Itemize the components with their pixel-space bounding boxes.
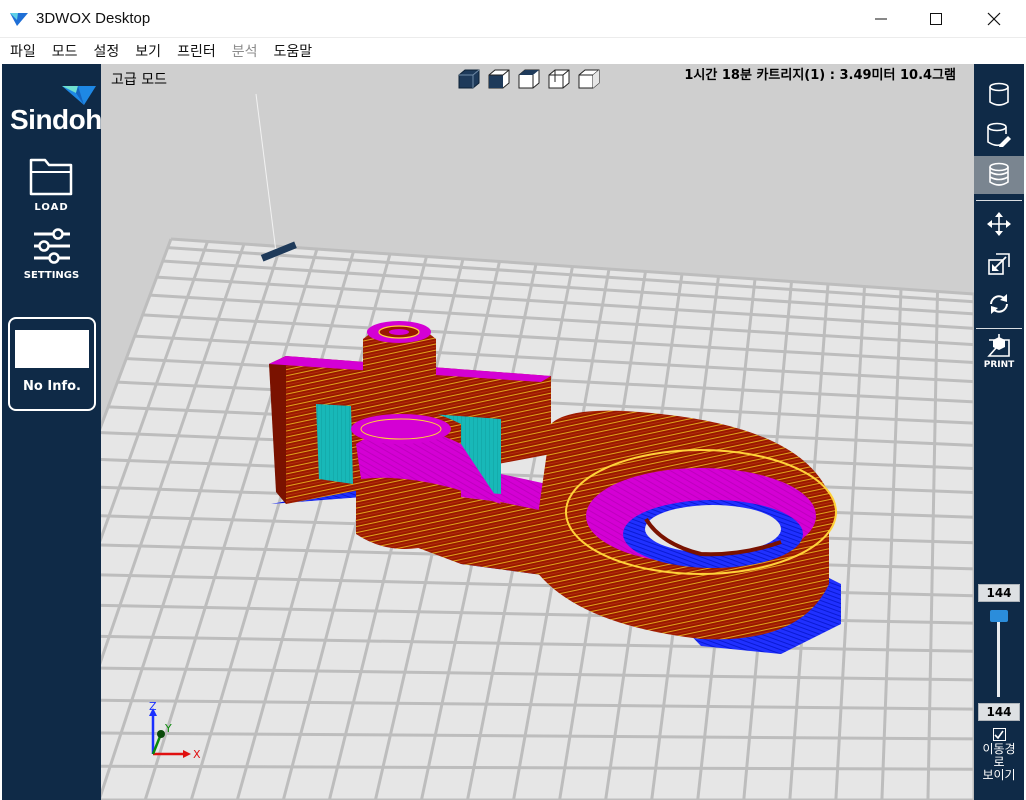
x-axis-label: X [193,748,201,761]
settings-button[interactable]: SETTINGS [2,226,101,281]
3d-viewport[interactable]: Z Y X 고급 모드 1시간 18분 카트리지(1): 3.49미터 10.… [101,64,974,800]
model-edit-button[interactable] [974,116,1024,154]
load-button[interactable]: LOAD [2,156,101,213]
view-cube-toolbar [457,68,601,90]
close-button[interactable] [971,0,1017,38]
menu-view[interactable]: 보기 [129,41,167,61]
menu-analysis: 분석 [231,44,258,60]
y-axis-label: Y [164,722,172,735]
toolbar-divider [976,200,1022,201]
menu-printer[interactable]: 프린터 [171,41,222,61]
model-view-icon [989,82,1009,106]
layer-bottom-value[interactable]: 144 [978,703,1020,721]
move-button[interactable] [974,205,1024,243]
settings-label: SETTINGS [23,270,80,281]
menu-settings[interactable]: 설정 [88,41,126,61]
sindoh-logo-icon [62,86,96,105]
travel-path-toggle[interactable]: 이동경 로 보이기 [974,728,1024,782]
view-cube-solid-icon[interactable] [457,68,481,90]
model-edit-icon [987,122,1011,147]
view-cube-top-icon[interactable] [517,68,541,90]
maximize-icon [930,13,942,25]
checkmark-icon [994,730,1004,739]
load-label: LOAD [34,202,69,213]
print-icon [987,334,1010,357]
menu-help[interactable]: 도움말 [267,41,318,61]
view-cube-left-icon[interactable] [547,68,571,90]
layer-slider-track[interactable] [997,617,1000,697]
rotate-button[interactable] [974,285,1024,323]
scale-icon [988,253,1010,275]
rotate-icon [990,294,1008,314]
print-label: PRINT [983,360,1015,370]
view-cube-front-icon[interactable] [487,68,511,90]
model-view-button[interactable] [974,76,1024,114]
sindoh-logo: Sindoh [10,84,102,135]
layer-view-scene[interactable]: Z Y X [101,64,974,800]
layer-slider-thumb[interactable] [990,610,1008,622]
left-sidebar: Sindoh LOAD SETTINGS No Info. [2,64,102,800]
app-logo-icon [10,13,28,26]
cartridge-info-box: No Info. [8,317,96,411]
layer-top-value[interactable]: 144 [978,584,1020,602]
toolbar-divider [976,328,1022,329]
maximize-button[interactable] [913,0,959,38]
layer-view-icon [989,162,1009,186]
z-axis-label: Z [149,700,157,713]
build-volume-edge [255,93,277,253]
menu-mode[interactable]: 모드 [46,41,84,61]
cartridge-color-swatch [15,330,89,368]
title-bar: 3DWOX Desktop [0,0,1026,38]
logo-text: Sindoh [10,104,102,135]
right-toolbar: PRINT 144 144 이동경 로 보이기 [974,64,1024,800]
layer-view-button[interactable] [974,156,1024,194]
travel-path-label-3: 보이기 [982,768,1016,782]
minimize-icon [875,18,887,20]
folder-icon [29,158,72,196]
print-estimate: 1시간 18분 카트리지(1) : 3.49미터 10.4그램 [684,68,956,83]
sliders-icon [33,228,70,264]
scale-button[interactable] [974,245,1024,283]
window-title: 3DWOX Desktop [36,10,151,27]
mode-label: 고급 모드 [111,72,167,88]
close-icon [987,12,1001,26]
menu-file[interactable]: 파일 [4,41,42,61]
travel-path-checkbox[interactable] [992,728,1006,741]
menu-bar: 파일 모드 설정 보기 프린터 분석 도움말 [0,38,1026,64]
minimize-button[interactable] [858,0,904,38]
move-icon [987,212,1011,236]
cartridge-info-text: No Info. [23,379,81,394]
print-button[interactable]: PRINT [974,334,1024,370]
view-cube-right-icon[interactable] [577,68,601,90]
